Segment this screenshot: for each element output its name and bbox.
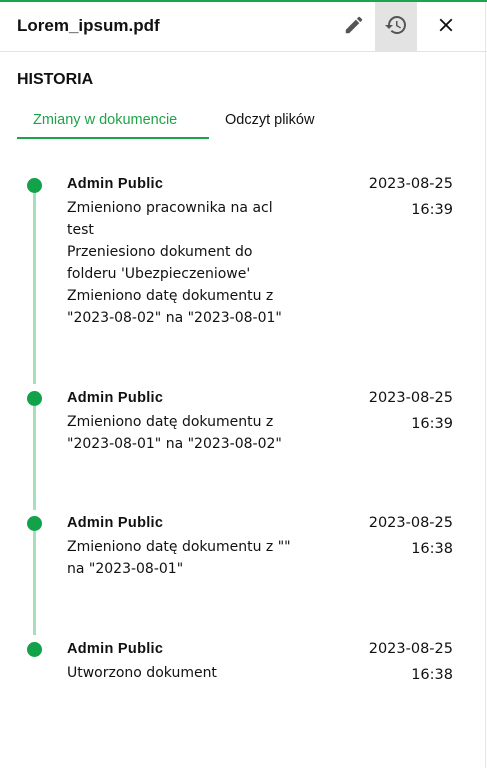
message-line: Zmieniono pracownika na acl [67,200,273,216]
entry-time: 16:39 [411,202,453,218]
timeline-connector [33,192,36,384]
message-line: na "2023-08-01" [67,561,184,577]
entry-author: Admin Public [67,176,164,192]
entry-message: Zmieniono datę dokumentu z "" na "2023-0… [67,536,291,580]
section-title: HISTORIA [17,71,94,88]
message-line: "2023-08-02" na "2023-08-01" [67,310,282,326]
message-line: Zmieniono datę dokumentu z "" [67,539,291,555]
entry-time: 16:38 [411,541,453,557]
pencil-icon [343,14,365,40]
timeline-connector [33,406,36,510]
message-line: Zmieniono datę dokumentu z [67,288,274,304]
panel-header: Lorem_ipsum.pdf [0,2,487,52]
entry-author: Admin Public [67,641,164,657]
history-button[interactable] [375,2,417,51]
timeline-connector [33,531,36,635]
history-icon [384,13,408,41]
entry-date: 2023-08-25 [368,390,453,406]
tab-file-reads[interactable]: Odczyt plików [225,112,314,128]
timeline-dot [27,516,42,531]
entry-time: 16:39 [411,416,453,432]
message-line: Przeniesiono dokument do [67,244,253,260]
close-icon [435,14,457,40]
message-line: Utworzono dokument [67,665,217,681]
message-line: "2023-08-01" na "2023-08-02" [67,436,282,452]
message-line: folderu 'Ubezpieczeniowe' [67,266,251,282]
entry-message: Utworzono dokument [67,662,217,684]
timeline-dot [27,178,42,193]
entry-message: Zmieniono datę dokumentu z "2023-08-01" … [67,411,282,455]
entry-time: 16:38 [411,667,453,683]
message-line: test [67,222,94,238]
close-button[interactable] [425,2,467,51]
entry-author: Admin Public [67,390,164,406]
entry-date: 2023-08-25 [368,176,453,192]
timeline-dot [27,391,42,406]
message-line: Zmieniono datę dokumentu z [67,414,274,430]
history-panel: Lorem_ipsum.pdf HISTORIA Zmiany w dokume… [0,0,487,768]
tab-document-changes[interactable]: Zmiany w dokumencie [33,112,177,128]
active-tab-indicator [17,137,209,139]
timeline-dot [27,642,42,657]
entry-author: Admin Public [67,515,164,531]
document-title: Lorem_ipsum.pdf [17,16,160,35]
edit-button[interactable] [333,2,375,51]
entry-date: 2023-08-25 [368,515,453,531]
entry-date: 2023-08-25 [368,641,453,657]
entry-message: Zmieniono pracownika na acl test Przenie… [67,197,282,329]
